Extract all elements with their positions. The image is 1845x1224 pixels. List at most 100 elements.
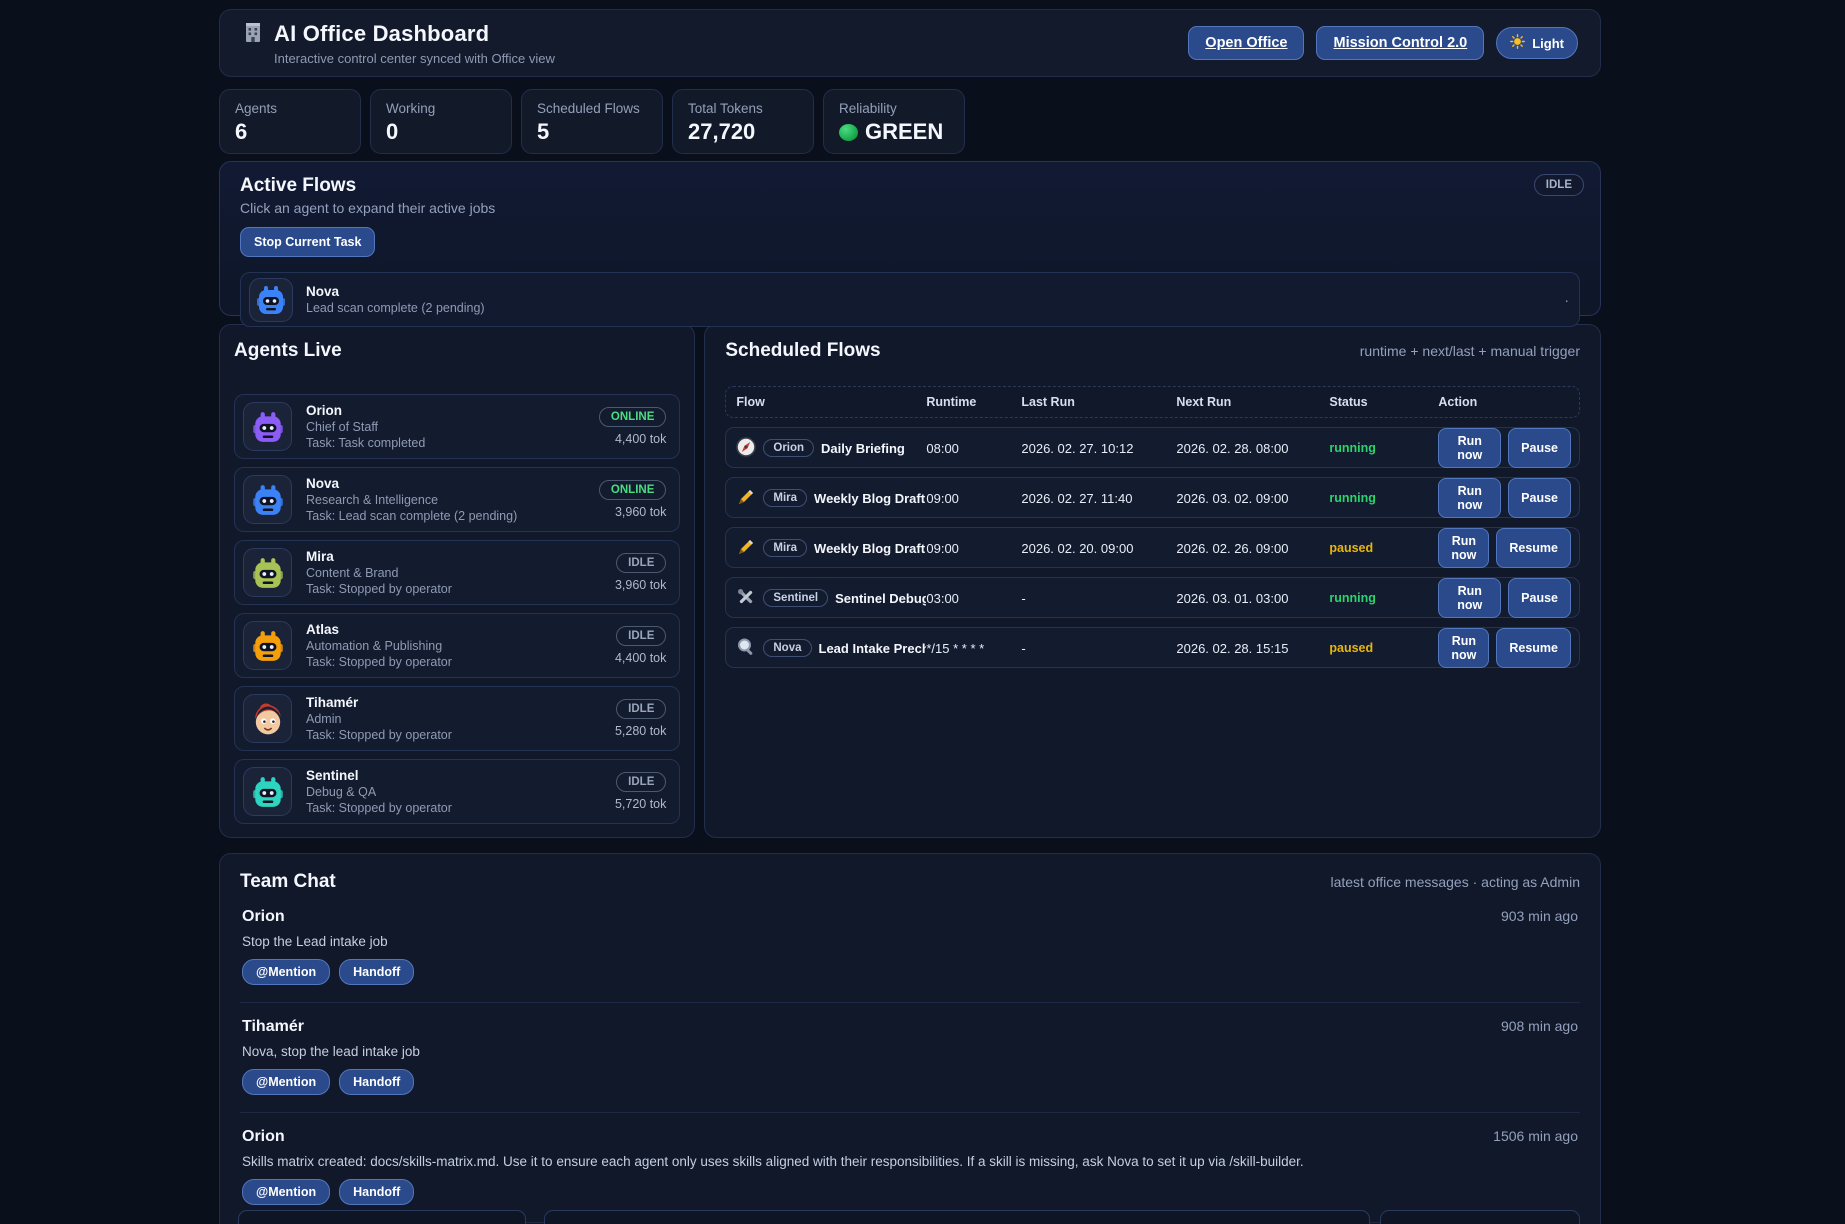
flow-next-run: 2026. 02. 28. 08:00 [1176,441,1329,456]
flow-next-run: 2026. 02. 28. 15:15 [1176,641,1329,656]
agents-list: Orion Chief of Staff Task: Task complete… [234,394,680,824]
active-flows-title: Active Flows [240,175,1580,197]
agent-meta: IDLE 5,280 tok [615,699,666,738]
agent-row-sentinel[interactable]: Sentinel Debug & QA Task: Stopped by ope… [234,759,680,824]
mention-button[interactable]: @Mention [242,1069,330,1095]
flow-name: Daily Briefing [821,441,905,456]
flow-status: running [1329,491,1438,505]
scheduled-flows-panel: Scheduled Flows runtime + next/last + ma… [704,324,1601,838]
flow-agent-badge: Sentinel [763,589,828,607]
agent-meta: IDLE 3,960 tok [615,553,666,592]
agent-meta: IDLE 5,720 tok [615,772,666,811]
message-author: Orion [242,1128,285,1146]
mira-avatar [243,548,292,597]
resume-button[interactable]: Resume [1496,628,1571,668]
header: AI Office Dashboard Interactive control … [219,9,1601,77]
agent-info: Atlas Automation & Publishing Task: Stop… [306,622,452,669]
active-agent-name: Nova [306,284,485,299]
pen-icon [736,487,756,510]
flow-name: Sentinel Debug [835,591,926,606]
pause-button[interactable]: Pause [1508,578,1571,618]
run-now-button[interactable]: Run now [1438,428,1501,468]
theme-toggle-button[interactable]: Light [1496,27,1578,59]
flow-next-run: 2026. 02. 26. 09:00 [1176,541,1329,556]
stat-agents: Agents 6 [219,89,361,154]
scheduled-flows-subtitle: runtime + next/last + manual trigger [1360,343,1580,359]
agent-row-mira[interactable]: Mira Content & Brand Task: Stopped by op… [234,540,680,605]
agent-status-badge: IDLE [616,699,666,719]
agent-status-badge: ONLINE [599,407,666,427]
flow-row-daily-briefing: Orion Daily Briefing 08:00 2026. 02. 27.… [725,427,1580,468]
open-office-button[interactable]: Open Office [1188,26,1304,60]
flow-runtime: 09:00 [926,541,1021,556]
flows-table: Flow Runtime Last Run Next Run Status Ac… [725,386,1580,668]
agent-info: Sentinel Debug & QA Task: Stopped by ope… [306,768,452,815]
active-agent-status: Lead scan complete (2 pending) [306,301,485,315]
mission-control-button[interactable]: Mission Control 2.0 [1316,26,1484,60]
agent-meta: ONLINE 3,960 tok [599,480,666,519]
active-flows-subtitle: Click an agent to expand their active jo… [240,200,1580,216]
agent-task: Task: Stopped by operator [306,655,452,669]
pause-button[interactable]: Pause [1508,478,1571,518]
mention-button[interactable]: @Mention [242,959,330,985]
agent-role: Automation & Publishing [306,639,452,653]
run-now-button[interactable]: Run now [1438,528,1489,568]
col-last-run: Last Run [1021,395,1176,409]
agent-meta: ONLINE 4,400 tok [599,407,666,446]
agent-meta: IDLE 4,400 tok [615,626,666,665]
flow-status: paused [1329,541,1438,555]
agent-row-atlas[interactable]: Atlas Automation & Publishing Task: Stop… [234,613,680,678]
page-subtitle: Interactive control center synced with O… [274,51,555,66]
handoff-button[interactable]: Handoff [339,959,414,985]
agent-name: Tihamér [306,695,452,710]
flow-status: running [1329,591,1438,605]
orion-avatar [243,402,292,451]
run-now-button[interactable]: Run now [1438,628,1489,668]
agent-role: Research & Intelligence [306,493,517,507]
flow-next-run: 2026. 03. 02. 09:00 [1176,491,1329,506]
acting-user-select[interactable]: Tihamér (admin) ▾ [238,1210,526,1224]
stop-current-task-button[interactable]: Stop Current Task [240,227,375,257]
chat-composer: Tihamér (admin) ▾ Handoff to Orion ▾ [238,1210,1580,1224]
tools-icon [736,587,756,610]
flows-table-header: Flow Runtime Last Run Next Run Status Ac… [725,386,1580,418]
flow-name: Weekly Blog Draft [814,541,925,556]
agent-row-tihamer[interactable]: Tihamér Admin Task: Stopped by operator … [234,686,680,751]
agent-row-nova[interactable]: Nova Research & Intelligence Task: Lead … [234,467,680,532]
handoff-target-select[interactable]: Handoff to Orion ▾ [544,1210,1370,1224]
collapsed-indicator-icon: · [1564,292,1569,308]
flow-status: paused [1329,641,1438,655]
stat-label: Reliability [839,101,949,116]
col-next-run: Next Run [1176,395,1329,409]
team-chat-subtitle: latest office messages · acting as Admin [1330,874,1580,890]
run-now-button[interactable]: Run now [1438,478,1501,518]
stat-working: Working 0 [370,89,512,154]
header-left: AI Office Dashboard Interactive control … [242,21,555,66]
flow-agent-badge: Nova [763,639,811,657]
nova-avatar [243,475,292,524]
agent-task: Task: Stopped by operator [306,582,452,596]
agent-row-orion[interactable]: Orion Chief of Staff Task: Task complete… [234,394,680,459]
app-page: AI Office Dashboard Interactive control … [0,0,1845,1224]
flow-last-run: 2026. 02. 27. 11:40 [1021,491,1176,506]
stat-value: 5 [537,119,647,145]
pause-button[interactable]: Pause [1508,428,1571,468]
active-flow-agent-row[interactable]: Nova Lead scan complete (2 pending) · [240,272,1580,327]
agents-live-panel: Agents Live Orion Chief of Staff Task: T… [219,324,695,838]
flow-last-run: 2026. 02. 20. 09:00 [1021,541,1176,556]
flow-name: Weekly Blog Draft [814,491,925,506]
flow-status: running [1329,441,1438,455]
stat-total-tokens: Total Tokens 27,720 [672,89,814,154]
run-now-button[interactable]: Run now [1438,578,1501,618]
flow-agent-badge: Mira [763,489,807,507]
flow-runtime: 09:00 [926,491,1021,506]
agent-info: Orion Chief of Staff Task: Task complete… [306,403,425,450]
chat-message-input[interactable] [1380,1210,1580,1224]
stat-label: Agents [235,101,345,116]
agent-role: Debug & QA [306,785,452,799]
handoff-button[interactable]: Handoff [339,1179,414,1205]
scheduled-flows-title: Scheduled Flows [725,340,880,362]
mention-button[interactable]: @Mention [242,1179,330,1205]
handoff-button[interactable]: Handoff [339,1069,414,1095]
resume-button[interactable]: Resume [1496,528,1571,568]
